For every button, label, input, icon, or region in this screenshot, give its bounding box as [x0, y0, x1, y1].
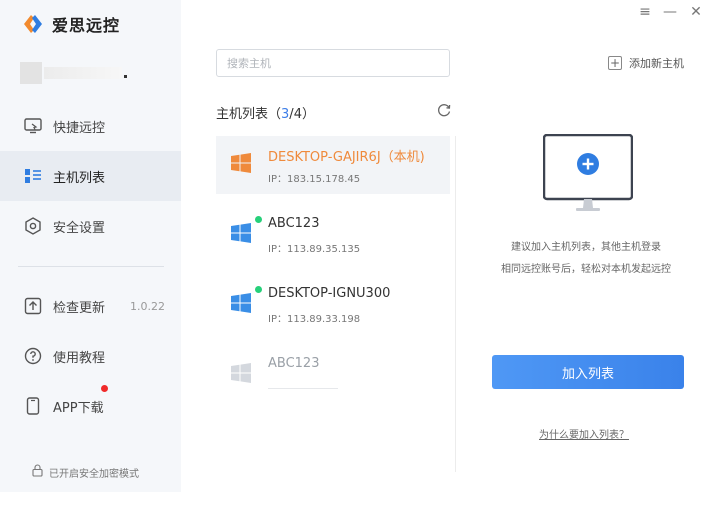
- host-name: DESKTOP-IGNU300: [268, 286, 391, 301]
- plus-icon: +: [608, 56, 622, 70]
- host-ip: IP：113.89.33.198: [268, 314, 361, 325]
- online-status-dot: [255, 286, 262, 293]
- close-button[interactable]: ✕: [687, 4, 705, 20]
- user-dot: [124, 75, 127, 78]
- host-ip: IP：113.89.35.135: [268, 244, 361, 255]
- menu-icon[interactable]: ≡: [636, 4, 654, 20]
- remote-screen-icon: [24, 117, 42, 135]
- divider: [18, 266, 164, 267]
- sidebar-item-quick-remote[interactable]: 快捷远控: [0, 101, 181, 151]
- search-input[interactable]: [216, 49, 450, 77]
- windows-icon: [231, 363, 251, 383]
- online-status-dot: [255, 216, 262, 223]
- host-item[interactable]: DESKTOP-IGNU300 IP：113.89.33.198: [216, 276, 450, 334]
- total-count: 4: [293, 107, 302, 122]
- host-name: ABC123: [268, 356, 320, 371]
- host-ip: IP：183.15.178.45: [268, 174, 361, 185]
- secure-mode-status: 已开启安全加密模式: [32, 464, 139, 480]
- sidebar-item-label: 使用教程: [53, 350, 106, 366]
- title-suffix: ）: [301, 107, 315, 122]
- user-name-blurred: [44, 67, 122, 79]
- tip-line-1: 建议加入主机列表，其他主机登录: [511, 242, 661, 253]
- host-name: ABC123: [268, 216, 320, 231]
- app-logo: 爱思远控: [22, 12, 120, 36]
- app-window: ≡ — ✕ 爱思远控 快捷远控 主机列表 安全设置 检查更新 1.0.22 使用…: [0, 0, 711, 506]
- host-list-icon: [24, 167, 42, 185]
- add-host-button[interactable]: + 添加新主机: [608, 55, 684, 71]
- windows-icon: [231, 293, 251, 313]
- app-name: 爱思远控: [52, 16, 121, 35]
- host-name: DESKTOP-GAJIR6J（本机): [268, 150, 425, 165]
- logo-icon: [24, 15, 42, 33]
- lock-icon: [32, 464, 43, 480]
- help-icon: [24, 347, 42, 365]
- secure-mode-label: 已开启安全加密模式: [49, 468, 139, 480]
- update-icon: [24, 297, 42, 315]
- sidebar-item-label: 主机列表: [53, 170, 106, 186]
- avatar[interactable]: [20, 62, 42, 84]
- sidebar-item-security[interactable]: 安全设置: [0, 201, 181, 251]
- panel-divider: [455, 136, 456, 472]
- add-host-label: 添加新主机: [629, 57, 684, 70]
- sidebar-item-app-download[interactable]: APP下载: [0, 381, 181, 431]
- sidebar-item-tutorial[interactable]: 使用教程: [0, 331, 181, 381]
- refresh-icon[interactable]: [436, 102, 452, 118]
- phone-icon: [24, 397, 42, 415]
- host-list-title: 主机列表（3/4）: [216, 103, 315, 122]
- windows-icon: [231, 223, 251, 243]
- sidebar-item-label: APP下载: [53, 400, 104, 416]
- version-label: 1.0.22: [130, 299, 165, 313]
- why-add-link[interactable]: 为什么要加入列表？: [539, 426, 629, 441]
- sidebar-item-label: 检查更新: [53, 300, 106, 316]
- shield-gear-icon: [24, 217, 42, 235]
- host-ip-empty: [268, 388, 338, 389]
- sidebar-item-host-list[interactable]: 主机列表: [0, 151, 181, 201]
- host-item-local[interactable]: DESKTOP-GAJIR6J（本机) IP：183.15.178.45: [216, 136, 450, 194]
- sidebar-item-check-update[interactable]: 检查更新 1.0.22: [0, 281, 181, 331]
- tip-line-2: 相同远控账号后，轻松对本机发起远控: [501, 264, 671, 275]
- sidebar: 爱思远控 快捷远控 主机列表 安全设置 检查更新 1.0.22 使用教程 APP…: [0, 0, 181, 492]
- monitor-illustration: [543, 134, 633, 211]
- add-to-list-button[interactable]: 加入列表: [492, 355, 684, 389]
- host-item-offline[interactable]: ABC123: [216, 346, 450, 404]
- minimize-button[interactable]: —: [661, 4, 679, 20]
- notification-dot: [101, 385, 108, 392]
- windows-icon: [231, 153, 251, 173]
- sidebar-item-label: 快捷远控: [53, 120, 106, 136]
- sidebar-item-label: 安全设置: [53, 220, 106, 236]
- host-item[interactable]: ABC123 IP：113.89.35.135: [216, 206, 450, 264]
- title-text: 主机列表（: [216, 107, 282, 122]
